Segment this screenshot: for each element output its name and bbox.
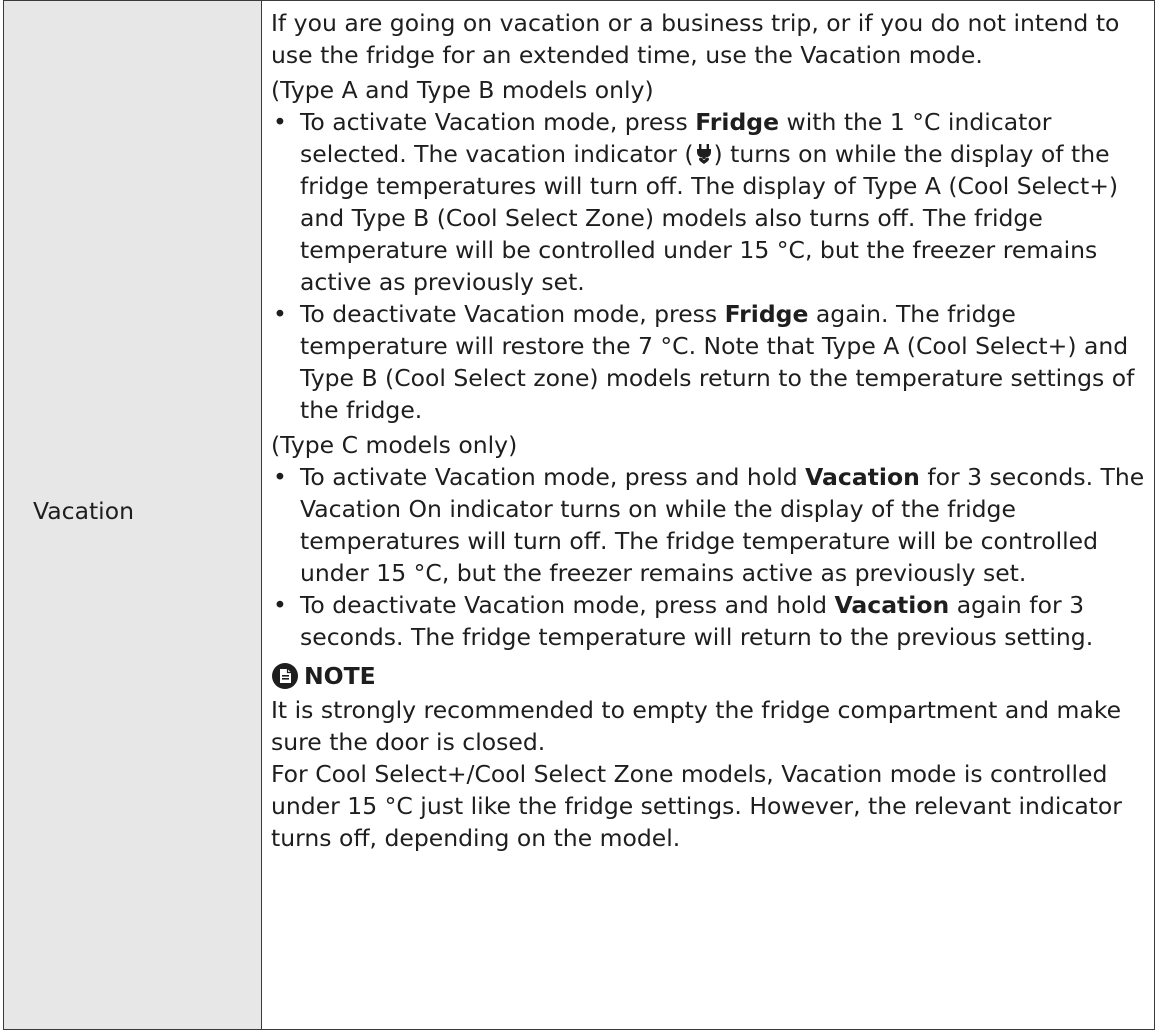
list-item: To deactivate Vacation mode, press Fridg… — [271, 298, 1148, 426]
type-c-heading: (Type C models only) — [271, 431, 518, 459]
feature-table: Vacation If you are going on vacation or… — [3, 0, 1155, 1030]
vacation-plug-icon — [696, 144, 711, 164]
feature-label: Vacation — [33, 497, 134, 525]
vacation-button-label: Vacation — [834, 591, 950, 619]
note-icon — [272, 663, 298, 689]
note-header: NOTE — [271, 658, 1148, 694]
list-item: To deactivate Vacation mode, press and h… — [271, 589, 1148, 653]
fridge-button-label: Fridge — [724, 300, 809, 328]
type-c-list: To activate Vacation mode, press and hol… — [271, 461, 1148, 653]
type-ab-list: To activate Vacation mode, press Fridge … — [271, 106, 1148, 426]
type-ab-heading: (Type A and Type B models only) — [271, 76, 654, 104]
note-title: NOTE — [304, 662, 376, 690]
intro-paragraph: If you are going on vacation or a busine… — [271, 9, 1120, 69]
vacation-button-label: Vacation — [805, 463, 920, 491]
list-item: To activate Vacation mode, press Fridge … — [271, 106, 1148, 298]
table-row: Vacation If you are going on vacation or… — [3, 0, 1155, 1030]
note-paragraph: It is strongly recommended to empty the … — [271, 696, 1122, 756]
list-item: To activate Vacation mode, press and hol… — [271, 461, 1148, 589]
fridge-button-label: Fridge — [695, 108, 780, 136]
feature-label-cell: Vacation — [3, 0, 262, 1030]
feature-description-cell: If you are going on vacation or a busine… — [261, 0, 1155, 1030]
note-paragraph: For Cool Select+/Cool Select Zone models… — [271, 760, 1122, 852]
